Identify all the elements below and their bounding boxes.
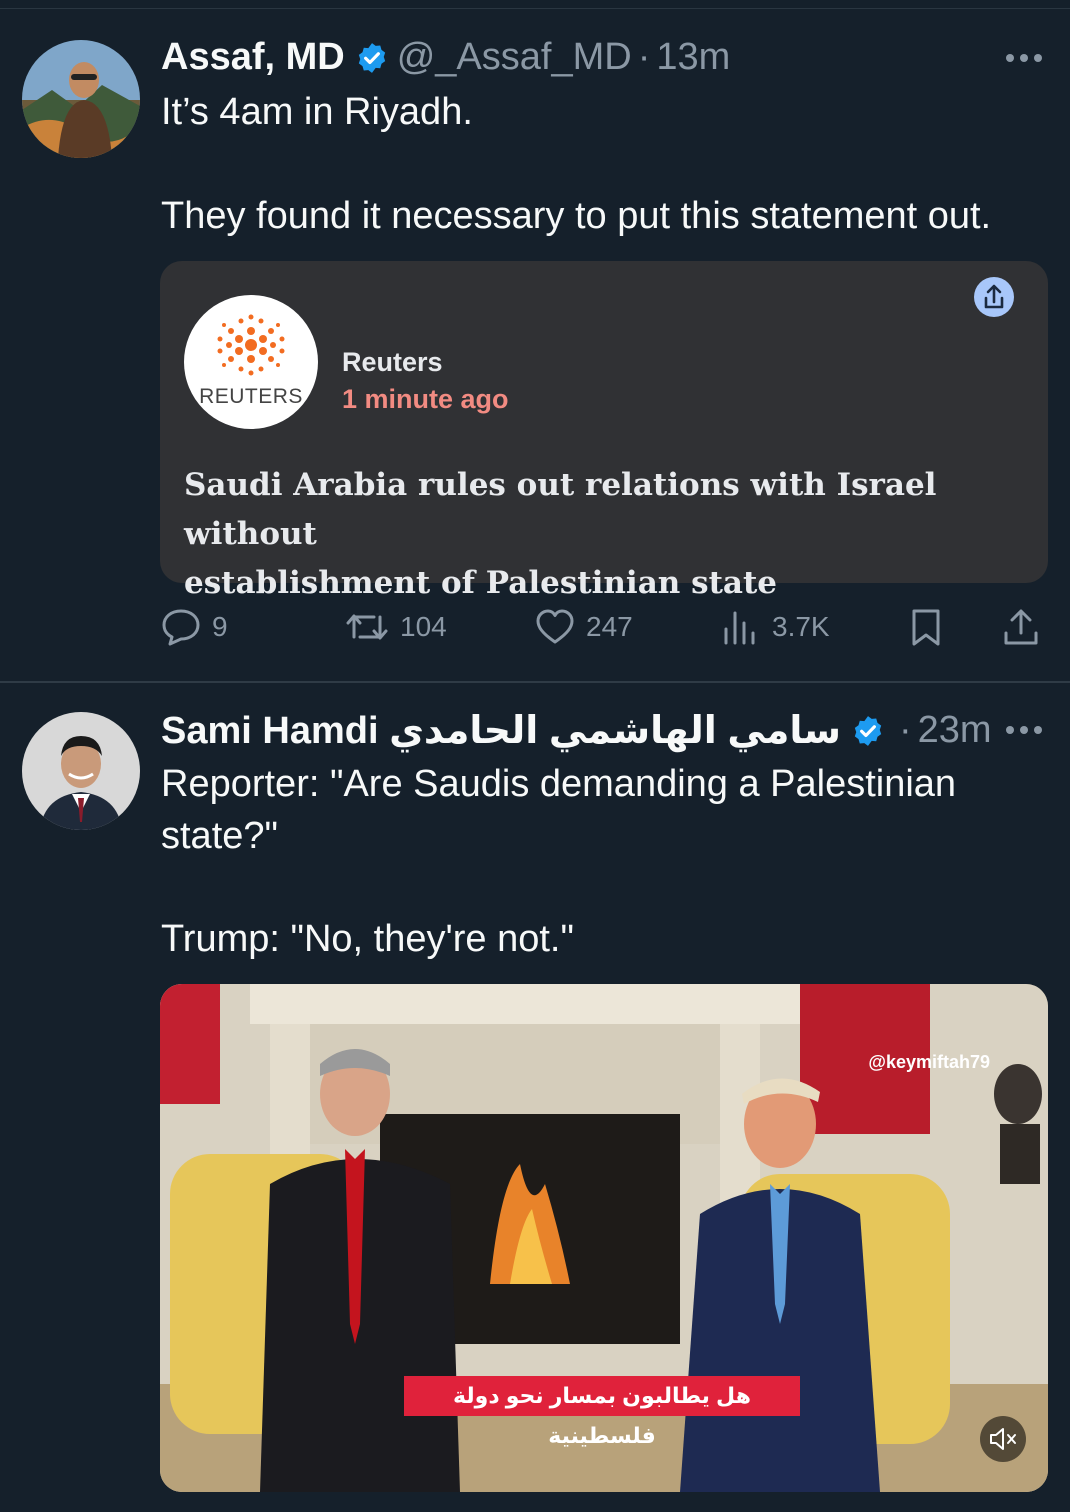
reuters-logo: REUTERS	[184, 295, 318, 429]
share-tweet-button[interactable]	[1000, 607, 1042, 647]
mute-icon	[990, 1428, 1016, 1450]
more-options-icon[interactable]	[1004, 724, 1044, 736]
bookmark-icon	[912, 609, 940, 646]
tweet-text-line: Reporter: "Are Saudis demanding a Palest…	[161, 763, 957, 805]
tweet-actions: 9 104 247 3.7K	[0, 605, 1070, 649]
share-icon	[1004, 609, 1038, 645]
views-count: 3.7K	[772, 611, 830, 642]
quoted-news-card[interactable]: REUTERS Reuters 1 minute ago Saudi Arabi…	[160, 261, 1048, 601]
tweet-text-line: It’s 4am in Riyadh.	[161, 91, 473, 133]
mute-button[interactable]	[980, 1416, 1026, 1462]
repost-button[interactable]: 104	[344, 607, 447, 647]
reply-icon	[162, 609, 200, 646]
repost-icon	[346, 614, 388, 640]
views-chart-icon	[724, 611, 755, 645]
reuters-logo-text: REUTERS	[199, 385, 303, 408]
tweet-header: Assaf, MD @_Assaf_MD · 13m	[161, 36, 730, 79]
share-button[interactable]	[974, 277, 1014, 317]
news-time: 1 minute ago	[342, 384, 509, 414]
video-player[interactable]: @keymiftah79 هل يطالبون بمسار نحو دولة ف…	[160, 984, 1048, 1492]
news-headline: Saudi Arabia rules out relations with Is…	[184, 461, 1024, 608]
news-source: Reuters	[342, 347, 443, 377]
handle[interactable]: @_Assaf_MD	[397, 36, 632, 79]
news-headline-line: establishment of Palestinian state	[184, 565, 778, 601]
video-caption: هل يطالبون بمسار نحو دولة فلسطينية	[404, 1376, 800, 1448]
separator-dot: ·	[899, 709, 912, 751]
news-headline-line: Saudi Arabia rules out relations with Is…	[184, 467, 937, 552]
like-button[interactable]: 247	[534, 607, 633, 647]
tweet-text-line: state?"	[161, 815, 279, 857]
bookmark-button[interactable]	[906, 607, 946, 647]
avatar-photo	[22, 712, 140, 830]
reply-count: 9	[212, 611, 228, 642]
video-watermark: @keymiftah79	[868, 1052, 990, 1072]
reply-button[interactable]: 9	[160, 607, 228, 647]
display-name[interactable]: Assaf, MD	[161, 36, 345, 79]
like-count: 247	[586, 611, 633, 642]
verified-badge-icon	[358, 42, 385, 73]
tweet-header: Sami Hamdi سامي الهاشمي الحامدي · 23m	[161, 708, 992, 753]
timestamp[interactable]: 13m	[656, 36, 730, 79]
separator-dot: ·	[637, 36, 651, 78]
heart-icon	[536, 609, 574, 644]
avatar-photo	[22, 40, 140, 158]
verified-badge-icon	[854, 715, 882, 746]
tweet-text-line: They found it necessary to put this stat…	[161, 195, 992, 237]
views-button[interactable]: 3.7K	[720, 607, 830, 647]
timestamp[interactable]: 23m	[918, 709, 992, 752]
tweet-assaf[interactable]: Assaf, MD @_Assaf_MD · 13m It’s 4am in R…	[0, 0, 1070, 681]
avatar[interactable]	[22, 712, 140, 830]
avatar[interactable]	[22, 40, 140, 158]
display-name[interactable]: Sami Hamdi سامي الهاشمي الحامدي	[161, 708, 841, 753]
more-options-icon[interactable]	[1004, 52, 1044, 64]
tweet-text-line: Trump: "No, they're not."	[161, 918, 574, 960]
share-icon	[984, 284, 1004, 309]
repost-count: 104	[400, 611, 447, 642]
